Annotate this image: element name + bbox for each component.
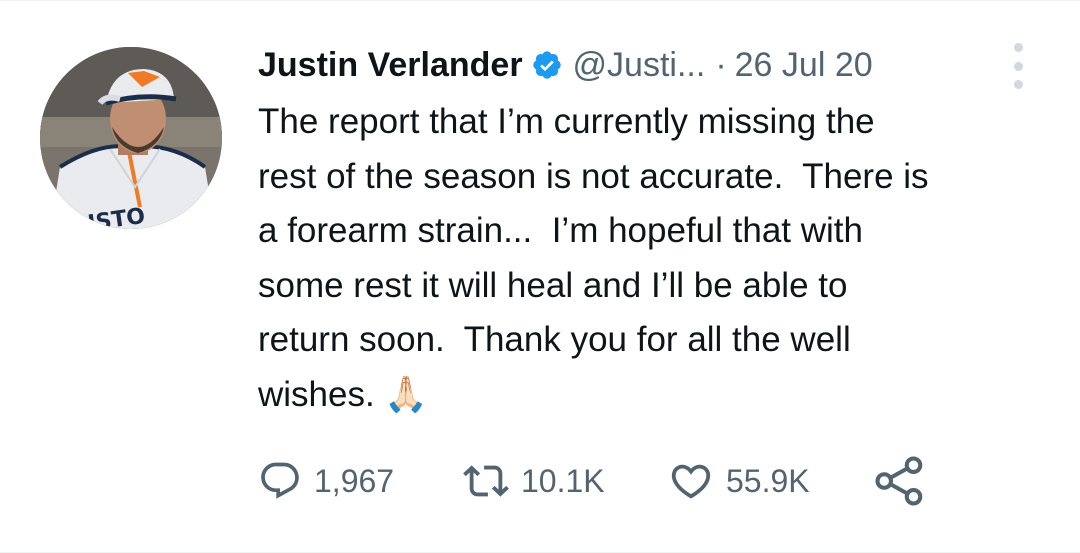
reply-icon	[261, 462, 299, 499]
tweet-header: Justin Verlander @Justi... · 26 Jul 20	[258, 37, 1048, 93]
author-name[interactable]: Justin Verlander	[258, 46, 523, 85]
retweet-button[interactable]: 10.1K	[463, 458, 668, 504]
author-handle[interactable]: @Justi...	[573, 46, 706, 85]
tweet-actions: 1,967 10.1K 55.9K	[258, 451, 927, 511]
more-options-icon[interactable]	[1008, 43, 1028, 89]
like-count: 55.9K	[726, 462, 810, 499]
tweet-text: The report that I’m currently missing th…	[258, 102, 929, 414]
separator-dot: ·	[715, 45, 727, 84]
share-icon	[875, 456, 923, 506]
retweet-count: 10.1K	[521, 462, 605, 499]
reply-button[interactable]: 1,967	[258, 459, 463, 503]
like-button[interactable]: 55.9K	[668, 458, 873, 504]
tweet-card[interactable]: USTO Justin Verlander @Justi... · 26 Jul…	[0, 0, 1080, 553]
share-button[interactable]	[873, 454, 927, 508]
retweet-icon	[463, 465, 509, 497]
verified-badge-icon	[531, 49, 563, 81]
tweet-content: Justin Verlander @Justi... · 26 Jul 20 T…	[258, 37, 1048, 422]
avatar[interactable]: USTO	[40, 47, 222, 229]
reply-count: 1,967	[314, 462, 395, 499]
tweet-date[interactable]: 26 Jul 20	[735, 46, 873, 85]
heart-icon	[671, 464, 711, 499]
avatar-photo: USTO	[40, 47, 222, 229]
